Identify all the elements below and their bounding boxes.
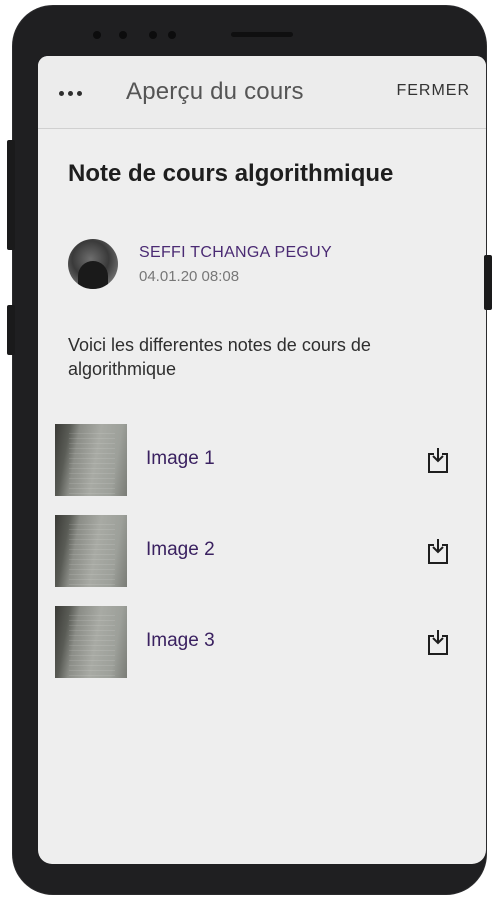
image-thumbnail[interactable] (55, 515, 127, 587)
attachment-row[interactable]: Image 2 (38, 515, 486, 587)
side-button (7, 305, 15, 355)
volume-button (7, 140, 15, 250)
page-title: Aperçu du cours (126, 78, 304, 105)
attachment-row[interactable]: Image 1 (38, 424, 486, 496)
speaker-grille (231, 32, 293, 37)
top-app-bar: Aperçu du cours FERMER (38, 56, 486, 129)
sensor-dot (149, 31, 157, 39)
attachment-label[interactable]: Image 2 (146, 539, 215, 561)
attachment-row[interactable]: Image 3 (38, 606, 486, 678)
app-screen: Aperçu du cours FERMER Note de cours alg… (38, 56, 486, 864)
author-name[interactable]: SEFFI TCHANGA PEGUY (139, 244, 332, 262)
post-date: 04.01.20 08:08 (139, 268, 240, 285)
avatar (68, 239, 118, 289)
sensor-dot (168, 31, 176, 39)
close-button[interactable]: FERMER (396, 82, 470, 100)
download-icon[interactable] (426, 446, 450, 474)
phone-frame: Aperçu du cours FERMER Note de cours alg… (13, 6, 486, 894)
image-thumbnail[interactable] (55, 606, 127, 678)
attachment-label[interactable]: Image 3 (146, 630, 215, 652)
front-camera (93, 31, 101, 39)
course-title: Note de cours algorithmique (68, 160, 394, 187)
sensor-dot (119, 31, 127, 39)
attachment-label[interactable]: Image 1 (146, 448, 215, 470)
download-icon[interactable] (426, 628, 450, 656)
power-button (484, 255, 492, 310)
more-horizontal-icon[interactable] (59, 91, 83, 97)
course-description: Voici les differentes notes de cours de … (68, 335, 371, 379)
download-icon[interactable] (426, 537, 450, 565)
image-thumbnail[interactable] (55, 424, 127, 496)
